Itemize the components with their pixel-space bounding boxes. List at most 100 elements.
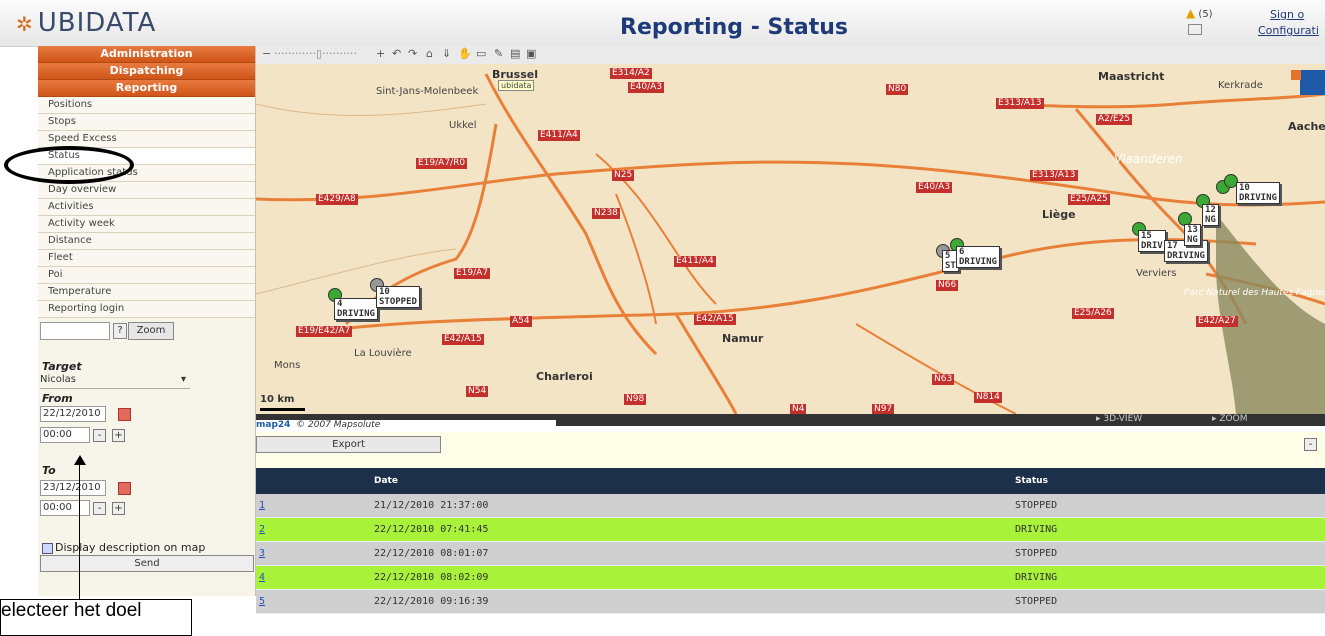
to-date-input[interactable]: 23/12/2010	[40, 480, 106, 496]
display-description-label: Display description on map	[55, 541, 206, 554]
road-label: E429/A8	[316, 194, 358, 205]
map-zoom-button[interactable]: ▸ ZOOM	[1212, 414, 1248, 424]
zoom-in-icon[interactable]: +	[376, 47, 385, 60]
3d-view-button[interactable]: ▸ 3D-VIEW	[1096, 414, 1142, 424]
status-cell: DRIVING	[1012, 517, 1325, 542]
to-time-minus-button[interactable]: -	[93, 502, 106, 515]
marker-status: DRIVING	[1167, 251, 1205, 261]
map-view[interactable]: Sint-Jans-Molenbeek Ukkel Maastricht Ker…	[256, 64, 1325, 414]
from-label: From	[42, 392, 73, 405]
from-time-plus-button[interactable]: +	[112, 429, 125, 442]
nav-poi[interactable]: Poi	[38, 267, 255, 284]
place-kerkrade: Kerkrade	[1218, 80, 1263, 91]
to-time-input[interactable]: 00:00	[40, 500, 90, 516]
column-header-index[interactable]	[256, 468, 371, 494]
row-link[interactable]: 4	[259, 572, 265, 583]
zoom-out-icon[interactable]: −	[262, 47, 271, 60]
nav-activity-week[interactable]: Activity week	[38, 216, 255, 233]
checkbox-checked-icon	[42, 542, 53, 554]
vehicle-marker-label[interactable]: 15 DRIV	[1138, 230, 1166, 252]
copyright-text: © 2007 Mapsolute	[296, 420, 381, 430]
date-cell: 22/12/2010 08:02:09	[371, 565, 1012, 590]
row-index-cell: 4	[256, 565, 371, 590]
road-label: A2/E25	[1096, 114, 1133, 125]
export-button[interactable]: Export	[256, 436, 441, 453]
route-icon[interactable]: ✎	[494, 47, 503, 60]
zoom-input[interactable]	[40, 322, 110, 340]
nav-activities[interactable]: Activities	[38, 199, 255, 216]
from-calendar-icon[interactable]	[118, 408, 131, 421]
vehicle-marker-label[interactable]: 10 STOPPED	[376, 286, 420, 308]
row-link[interactable]: 1	[259, 500, 265, 511]
vehicle-marker-label[interactable]: 10 DRIVING	[1236, 182, 1280, 204]
window-icon[interactable]: ▣	[526, 47, 536, 60]
pan-hand-icon[interactable]: ✋	[458, 47, 472, 60]
status-cell: STOPPED	[1012, 494, 1325, 518]
dropdown-arrow-icon: ▾	[180, 374, 186, 385]
row-link[interactable]: 5	[259, 596, 265, 607]
home-icon[interactable]: ⌂	[426, 47, 433, 60]
road-label: N97	[872, 404, 895, 414]
marker-id: 15	[1141, 231, 1152, 241]
nav-day-overview[interactable]: Day overview	[38, 182, 255, 199]
vehicle-marker-label[interactable]: 12 NG	[1202, 204, 1219, 226]
road-label: E313/A13	[1030, 170, 1078, 181]
collapse-button[interactable]: -	[1304, 438, 1317, 451]
vehicle-marker-label[interactable]: 6 DRIVING	[956, 246, 1000, 268]
annotation-arrow-line	[79, 462, 80, 600]
place-namur: Namur	[722, 332, 764, 345]
road-label: E411/A4	[674, 256, 716, 267]
menu-administration[interactable]: Administration	[38, 46, 255, 63]
logo-text: UBIDATA	[37, 8, 157, 38]
menu-dispatching[interactable]: Dispatching	[38, 63, 255, 80]
sidebar: Administration Dispatching Reporting Pos…	[38, 46, 256, 596]
measure-icon[interactable]: ▭	[476, 47, 486, 60]
road-label: E42/A27	[1196, 316, 1238, 327]
table-row[interactable]: 3 22/12/2010 08:01:07 STOPPED	[256, 541, 1325, 566]
menu-reporting[interactable]: Reporting	[38, 80, 255, 97]
marker-status: DRIVING	[959, 257, 997, 267]
table-row[interactable]: 1 21/12/2010 21:37:00 STOPPED	[256, 494, 1325, 518]
zoom-slider[interactable]: ············▯··········	[274, 47, 357, 60]
target-select[interactable]: Nicolas ▾	[40, 374, 190, 389]
nav-reporting-login[interactable]: Reporting login	[38, 301, 255, 318]
display-description-checkbox[interactable]: Display description on map	[42, 541, 205, 554]
to-time-plus-button[interactable]: +	[112, 502, 125, 515]
row-link[interactable]: 3	[259, 548, 265, 559]
nav-fleet[interactable]: Fleet	[38, 250, 255, 267]
marker-id: 12	[1205, 205, 1216, 215]
nav-stops[interactable]: Stops	[38, 114, 255, 131]
forward-icon[interactable]: ↷	[408, 47, 417, 60]
to-calendar-icon[interactable]	[118, 482, 131, 495]
configuration-link[interactable]: Configurati	[1258, 24, 1319, 37]
print-icon[interactable]: ▤	[510, 47, 520, 60]
nav-temperature[interactable]: Temperature	[38, 284, 255, 301]
back-icon[interactable]: ↶	[392, 47, 401, 60]
marker-status: STOPPED	[379, 297, 417, 307]
from-time-input[interactable]: 00:00	[40, 427, 90, 443]
zoom-help-button[interactable]: ?	[113, 323, 127, 339]
table-header-row: Date Status	[256, 468, 1325, 494]
column-header-status[interactable]: Status	[1012, 468, 1325, 494]
date-cell: 21/12/2010 21:37:00	[371, 494, 1012, 518]
from-time-minus-button[interactable]: -	[93, 429, 106, 442]
status-cell: STOPPED	[1012, 589, 1325, 614]
road-label: E19/A7/R0	[416, 158, 468, 169]
vehicle-marker-label[interactable]: 13 NG	[1184, 224, 1201, 246]
download-icon[interactable]: ⇓	[442, 47, 451, 60]
table-row[interactable]: 5 22/12/2010 09:16:39 STOPPED	[256, 589, 1325, 614]
from-date-input[interactable]: 22/12/2010	[40, 406, 106, 422]
vehicle-marker-label[interactable]: 4 DRIVING	[334, 298, 378, 320]
sign-out-link[interactable]: Sign o	[1270, 8, 1304, 21]
table-row[interactable]: 4 22/12/2010 08:02:09 DRIVING	[256, 565, 1325, 590]
row-link[interactable]: 2	[259, 524, 265, 535]
alert-indicator[interactable]: ▲ (5)	[1186, 6, 1213, 20]
nav-positions[interactable]: Positions	[38, 97, 255, 114]
send-button[interactable]: Send	[40, 555, 254, 572]
table-row[interactable]: 2 22/12/2010 07:41:45 DRIVING	[256, 517, 1325, 542]
mail-icon[interactable]	[1188, 24, 1202, 35]
zoom-button[interactable]: Zoom	[128, 322, 174, 340]
place-liege: Liège	[1042, 208, 1076, 221]
column-header-date[interactable]: Date	[371, 468, 1012, 494]
nav-distance[interactable]: Distance	[38, 233, 255, 250]
